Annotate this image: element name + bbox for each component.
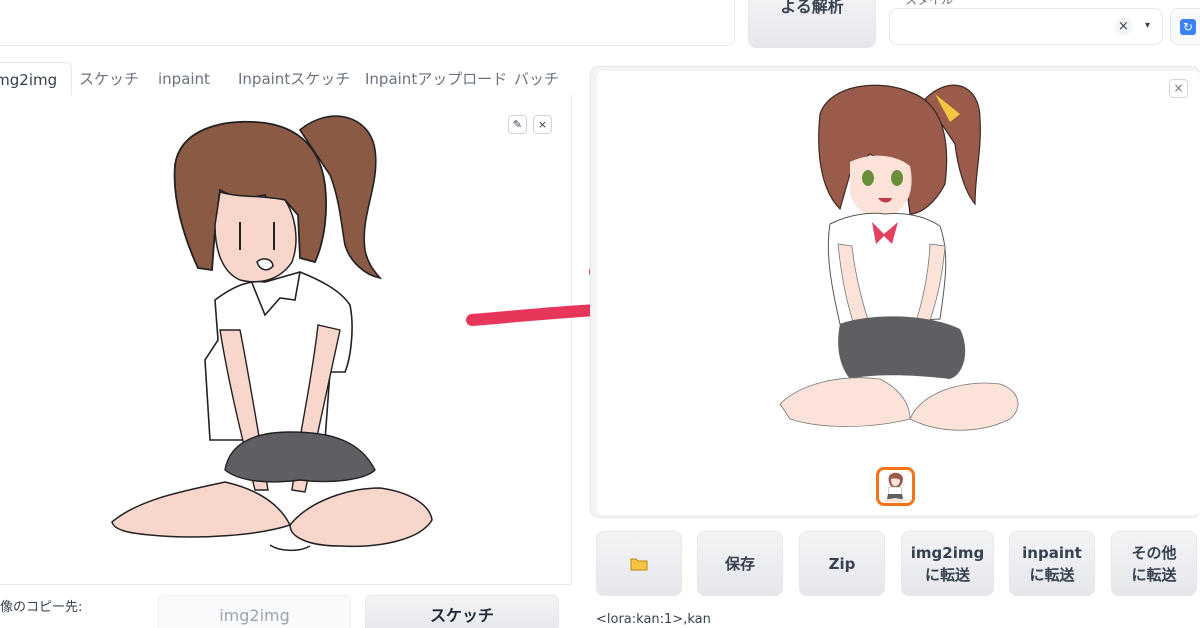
generation-info-text: <lora:kan:1>,kan [596, 612, 711, 627]
save-label: 保存 [724, 554, 755, 573]
send-img2img-label-2: に転送 [924, 565, 970, 584]
send-inpaint-label-2: に転送 [1029, 565, 1075, 584]
zip-label: Zip [828, 554, 856, 573]
style-dropdown[interactable]: × ▾ [889, 8, 1163, 45]
send-other-label-1: その他 [1131, 543, 1177, 562]
zip-button[interactable]: Zip [799, 531, 885, 596]
copy-to-img2img-button[interactable]: img2img [158, 595, 351, 628]
send-to-img2img-button[interactable]: img2img に転送 [901, 531, 994, 596]
interrogate-button[interactable]: よる解析 [748, 0, 876, 48]
save-button[interactable]: 保存 [697, 531, 783, 596]
folder-icon [630, 558, 648, 570]
style-label: スタイル [905, 0, 954, 7]
refresh-icon: ↻ [1180, 19, 1196, 35]
open-folder-button[interactable] [596, 531, 682, 596]
copy-to-label: 像のコピー先: [0, 600, 83, 615]
send-to-inpaint-button[interactable]: inpaint に転送 [1009, 531, 1095, 596]
send-inpaint-label-1: inpaint [1022, 543, 1082, 562]
interrogate-label: よる解析 [780, 0, 844, 16]
copy-to-sketch-button[interactable]: スケッチ [365, 595, 559, 628]
generated-image [779, 84, 1019, 431]
clear-icon[interactable]: × [1115, 18, 1132, 35]
close-icon[interactable]: × [1169, 79, 1188, 98]
send-to-other-button[interactable]: その他 に転送 [1111, 531, 1197, 596]
gallery-thumbnail[interactable] [876, 467, 915, 506]
thumbnail-image [884, 472, 907, 502]
chevron-down-icon[interactable]: ▾ [1145, 20, 1150, 31]
send-img2img-label-1: img2img [910, 543, 985, 562]
refresh-styles-button[interactable]: ↻ [1170, 8, 1200, 45]
send-other-label-2: に転送 [1131, 565, 1177, 584]
